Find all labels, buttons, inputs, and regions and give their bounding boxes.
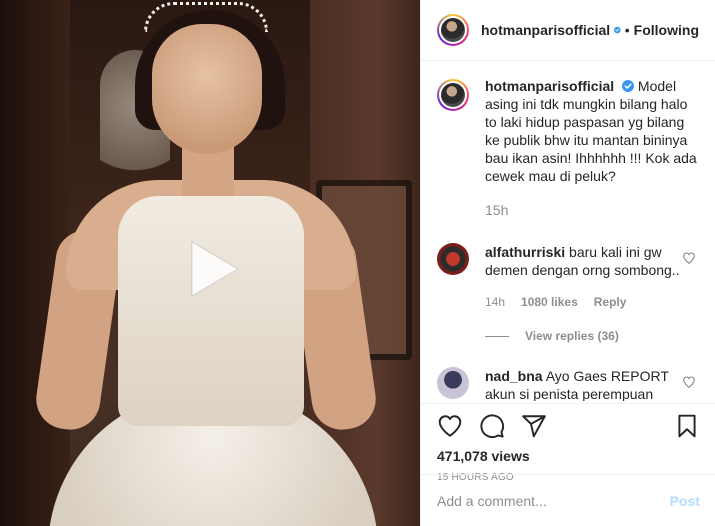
- bookmark-icon[interactable]: [674, 413, 700, 439]
- add-comment-bar: Post: [421, 474, 715, 526]
- comment-time[interactable]: 14h: [485, 293, 505, 311]
- comment-item: nad_bna Ayo Gaes REPORT akun si penista …: [437, 367, 700, 401]
- post-sidebar: hotmanparisofficial • Following hotmanpa…: [420, 0, 715, 526]
- post-header: hotmanparisofficial • Following: [421, 0, 715, 61]
- header-username[interactable]: hotmanparisofficial: [481, 22, 610, 38]
- view-count[interactable]: 471,078 views: [437, 448, 700, 464]
- caption-time[interactable]: 15h: [485, 201, 700, 219]
- caption: hotmanparisofficial Model asing ini tdk …: [437, 61, 700, 219]
- instagram-post: hotmanparisofficial • Following hotmanpa…: [0, 0, 715, 526]
- comment-username[interactable]: nad_bna: [485, 368, 543, 384]
- comment-username[interactable]: alfathurriski: [485, 244, 565, 260]
- post-comment-button[interactable]: Post: [670, 493, 700, 509]
- caption-avatar[interactable]: [437, 79, 469, 111]
- play-icon[interactable]: [178, 236, 244, 302]
- post-actions: 471,078 views 15 HOURS AGO: [421, 403, 715, 483]
- comment-input[interactable]: [437, 492, 670, 509]
- verified-badge-icon: [622, 80, 635, 92]
- divider: [485, 335, 509, 337]
- following-button[interactable]: Following: [634, 22, 699, 38]
- separator-dot: •: [624, 22, 630, 38]
- view-replies-label: View replies (36): [525, 329, 619, 343]
- avatar[interactable]: [437, 14, 469, 46]
- dress-bodice: [118, 196, 304, 426]
- comment-like-heart-icon[interactable]: [682, 251, 696, 265]
- post-video[interactable]: [0, 0, 420, 526]
- verified-badge-icon: [614, 26, 621, 34]
- comment-meta: 14h 1080 likes Reply: [485, 293, 685, 311]
- tiara: [144, 2, 268, 32]
- comment-like-heart-icon[interactable]: [682, 375, 696, 389]
- face: [152, 24, 262, 154]
- avatar[interactable]: [437, 243, 469, 275]
- comment-likes[interactable]: 1080 likes: [521, 293, 578, 311]
- comment-item: alfathurriski baru kali ini gw demen den…: [437, 243, 700, 311]
- comments-section[interactable]: hotmanparisofficial Model asing ini tdk …: [421, 61, 715, 401]
- reply-button[interactable]: Reply: [594, 293, 627, 311]
- avatar[interactable]: [437, 367, 469, 399]
- view-replies-button[interactable]: View replies (36): [485, 329, 700, 343]
- heart-icon[interactable]: [437, 413, 463, 439]
- share-icon[interactable]: [521, 413, 547, 439]
- caption-username[interactable]: hotmanparisofficial: [485, 78, 614, 94]
- comment-icon[interactable]: [479, 413, 505, 439]
